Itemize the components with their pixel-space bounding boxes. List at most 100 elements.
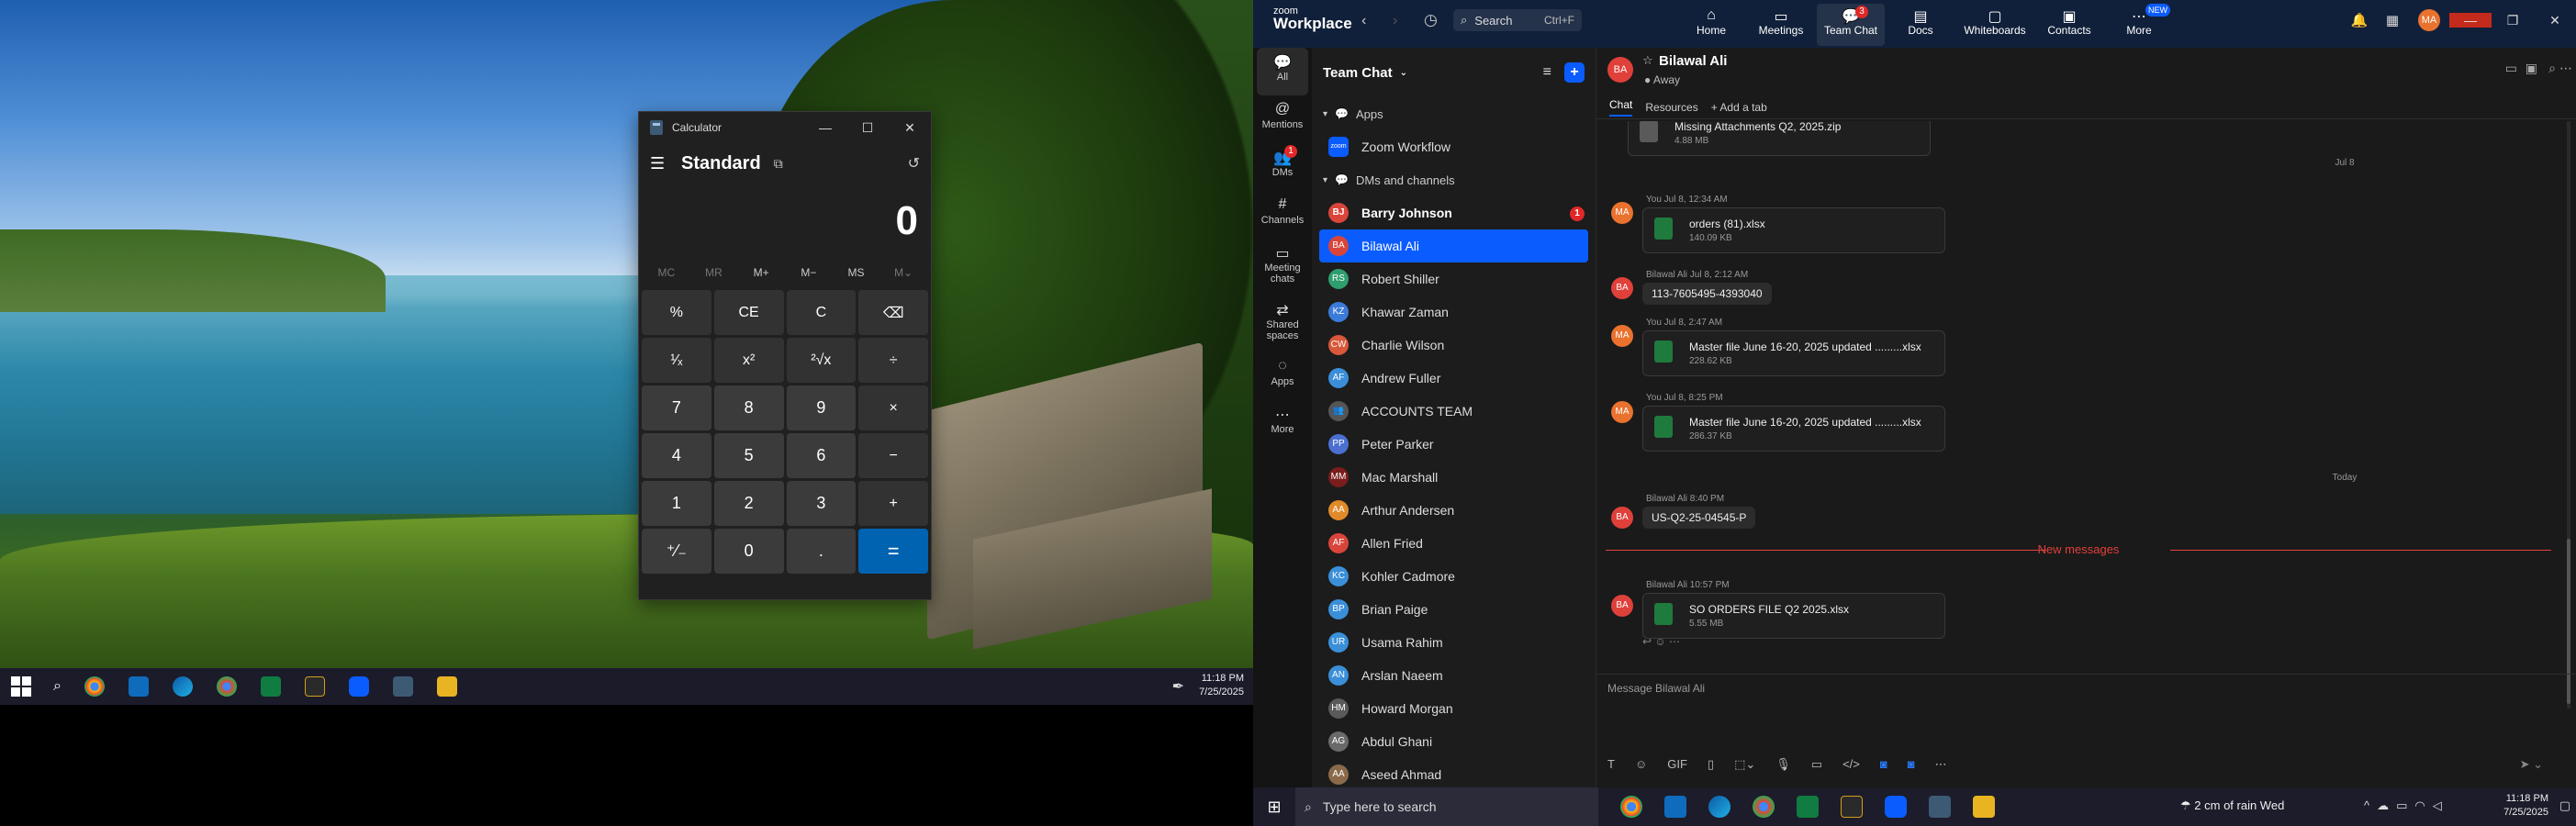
rail-apps[interactable]: ◌ Apps — [1253, 352, 1312, 400]
code-snippet-icon[interactable]: </> — [1842, 757, 1860, 772]
filter-icon[interactable]: ≡ — [1543, 64, 1551, 81]
outlook-icon[interactable] — [1664, 796, 1686, 818]
clear-key[interactable]: C — [786, 290, 857, 335]
list-item[interactable]: MM Mac Marshall — [1312, 461, 1596, 494]
divide-key[interactable]: ÷ — [858, 338, 928, 383]
chrome-icon[interactable] — [84, 676, 105, 697]
multiply-key[interactable]: × — [858, 385, 928, 430]
windows-start-icon[interactable] — [11, 676, 31, 697]
system-tray[interactable]: ^☁▭◠◁ — [2364, 798, 2449, 813]
tab-meetings[interactable]: ▭ Meetings — [1747, 4, 1815, 46]
close-button[interactable]: ✕ — [2534, 13, 2576, 28]
search-icon[interactable]: ⌕ — [2548, 61, 2556, 76]
whiteboard-quick-icon[interactable]: ▦ — [2376, 12, 2409, 28]
memory-subtract-button[interactable]: M− — [785, 266, 833, 279]
conversation-name[interactable]: Bilawal Ali — [1659, 53, 1727, 69]
list-item[interactable]: KC Kohler Cadmore — [1312, 560, 1596, 593]
decimal-key[interactable]: . — [786, 529, 857, 574]
digit-9-key[interactable]: 9 — [786, 385, 857, 430]
digit-4-key[interactable]: 4 — [642, 433, 711, 478]
memory-list-button[interactable]: M⌄ — [879, 266, 927, 279]
avatar[interactable]: MA — [1611, 202, 1633, 224]
chevron-down-icon[interactable]: ⌄ — [1400, 68, 1407, 78]
list-item[interactable]: AF Andrew Fuller — [1312, 362, 1596, 395]
tab-whiteboards[interactable]: ▢ Whiteboards — [1956, 4, 2033, 46]
weather-widget[interactable]: ☂ 2 cm of rain Wed — [2180, 798, 2284, 813]
negate-key[interactable]: ⁺⁄₋ — [642, 529, 711, 574]
file-attachment[interactable]: Master file June 16-20, 2025 updated ...… — [1642, 330, 1945, 376]
list-item[interactable]: UR Usama Rahim — [1312, 626, 1596, 659]
chrome-profile-icon[interactable] — [216, 676, 237, 697]
file-explorer-icon[interactable] — [1973, 796, 1995, 818]
digit-5-key[interactable]: 5 — [713, 433, 784, 478]
list-item[interactable]: AF Allen Fried — [1312, 527, 1596, 560]
left-clock[interactable]: 11:18 PM 7/25/2025 — [1199, 672, 1244, 699]
history-icon[interactable]: ↺ — [908, 154, 920, 173]
calculator-taskbar-icon[interactable] — [392, 676, 413, 697]
gif-icon[interactable]: GIF — [1667, 757, 1687, 772]
section-apps[interactable]: ▾ 💬 Apps — [1312, 97, 1596, 130]
list-item[interactable]: BA Bilawal Ali — [1319, 229, 1588, 262]
add-key[interactable]: + — [858, 481, 928, 526]
list-item[interactable]: AA Arthur Andersen — [1312, 494, 1596, 527]
search-icon[interactable]: ⌕ — [53, 678, 62, 695]
back-icon[interactable]: ‹ — [1361, 13, 1366, 29]
equals-key[interactable]: = — [858, 529, 928, 574]
scrollbar[interactable] — [2567, 121, 2570, 709]
digit-3-key[interactable]: 3 — [786, 481, 857, 526]
avatar[interactable]: BA — [1611, 507, 1633, 529]
list-item[interactable]: KZ Khawar Zaman — [1312, 296, 1596, 329]
tab-contacts[interactable]: ▣ Contacts — [2035, 4, 2103, 46]
tab-resources[interactable]: Resources — [1645, 101, 1697, 114]
app-integration-icon[interactable]: ◙ — [1880, 757, 1887, 772]
list-item[interactable]: AA Aseed Ahmad — [1312, 758, 1596, 787]
minimize-button[interactable]: — — [2449, 13, 2492, 28]
message-actions[interactable]: ↩ ☺ ⋯ — [1642, 635, 1680, 648]
backspace-key[interactable]: ⌫ — [858, 290, 928, 335]
rail-all[interactable]: 💬 All — [1257, 48, 1308, 95]
sticky-notes-icon[interactable] — [304, 676, 325, 697]
digit-1-key[interactable]: 1 — [642, 481, 711, 526]
message-input-placeholder[interactable]: Message Bilawal Ali — [1607, 682, 1705, 695]
volume-icon[interactable]: ◁ — [2433, 798, 2449, 812]
file-explorer-icon[interactable] — [436, 676, 457, 697]
zoom-taskbar-icon[interactable] — [1885, 796, 1907, 818]
chrome-icon[interactable] — [1620, 796, 1642, 818]
bell-icon[interactable]: 🔔 — [2343, 12, 2376, 28]
reply-icon[interactable]: ↩ — [1642, 635, 1652, 648]
tab-docs[interactable]: ▤ Docs — [1887, 4, 1954, 46]
clear-entry-key[interactable]: CE — [713, 290, 784, 335]
attach-file-icon[interactable]: ▯ — [1708, 757, 1714, 772]
calculator-titlebar[interactable]: Calculator — ☐ ✕ — [639, 112, 931, 143]
memory-add-button[interactable]: M+ — [737, 266, 785, 279]
rail-meeting-chats[interactable]: ▭ Meeting chats — [1253, 239, 1312, 296]
memory-store-button[interactable]: MS — [833, 266, 880, 279]
list-item[interactable]: 👥 ACCOUNTS TEAM — [1312, 395, 1596, 428]
windows-start-icon[interactable]: ⊞ — [1253, 798, 1295, 817]
app-integration-icon-2[interactable]: ◙ — [1908, 757, 1915, 772]
send-icon[interactable]: ➤ ⌄ — [2520, 757, 2543, 772]
avatar[interactable]: MA — [2418, 9, 2440, 31]
list-item[interactable]: HM Howard Morgan — [1312, 692, 1596, 725]
edge-icon[interactable] — [1708, 796, 1730, 818]
forward-icon[interactable]: › — [1393, 13, 1397, 29]
emoji-icon[interactable]: ☺ — [1635, 757, 1647, 772]
reciprocal-key[interactable]: ¹⁄ₓ — [642, 338, 711, 383]
restore-button[interactable]: ❐ — [2492, 13, 2534, 28]
chevron-up-icon[interactable]: ^ — [2364, 798, 2377, 812]
chat-list-title[interactable]: Team Chat — [1323, 65, 1393, 81]
edge-icon[interactable] — [172, 676, 193, 697]
list-item-zoom-workflow[interactable]: zoom Zoom Workflow — [1312, 130, 1596, 163]
sticky-notes-icon[interactable] — [1841, 796, 1863, 818]
pen-icon[interactable]: ✒ — [1172, 677, 1184, 696]
square-key[interactable]: x² — [713, 338, 784, 383]
more-dots-icon[interactable]: ⋯ — [1669, 635, 1680, 648]
more-dots-icon[interactable]: ⋯ — [1935, 757, 1947, 772]
memory-clear-button[interactable]: MC — [643, 266, 690, 279]
taskbar-search[interactable]: ⌕ Type here to search — [1295, 787, 1598, 826]
outlook-icon[interactable] — [128, 676, 149, 697]
memory-recall-button[interactable]: MR — [690, 266, 738, 279]
list-item[interactable]: AN Arslan Naeem — [1312, 659, 1596, 692]
tab-add[interactable]: + Add a tab — [1711, 101, 1767, 114]
rail-channels[interactable]: # Channels — [1253, 191, 1312, 239]
